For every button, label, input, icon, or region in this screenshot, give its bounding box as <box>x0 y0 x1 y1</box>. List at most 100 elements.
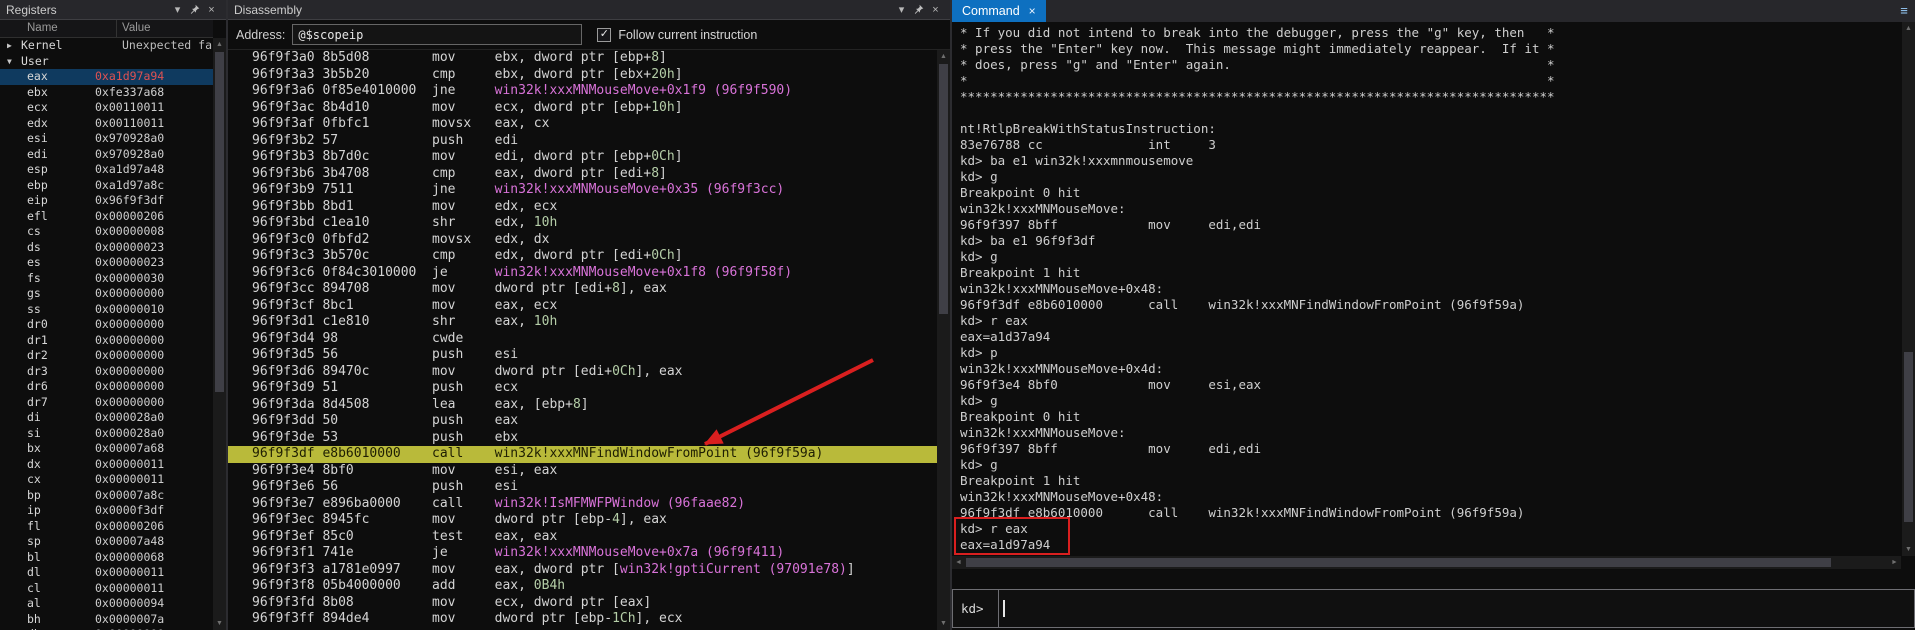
pin-icon[interactable] <box>910 0 927 20</box>
pin-icon[interactable] <box>186 0 203 20</box>
disasm-line[interactable]: 96f9f3fd 8b08 mov ecx, dword ptr [eax] <box>228 595 937 612</box>
disasm-line[interactable]: 96f9f3af 0fbfc1 movsx eax, cx <box>228 116 937 133</box>
disasm-line[interactable]: 96f9f3c3 3b570c cmp edx, dword ptr [edi+… <box>228 248 937 265</box>
disasm-line[interactable]: 96f9f3a0 8b5d08 mov ebx, dword ptr [ebp+… <box>228 50 937 67</box>
register-row[interactable]: ip 0x0000f3df <box>0 503 213 519</box>
tab-command[interactable]: Command × <box>952 0 1046 22</box>
disasm-line[interactable]: 96f9f3d9 51 push ecx <box>228 380 937 397</box>
scroll-right-icon[interactable]: ► <box>1888 556 1901 569</box>
disasm-line[interactable]: 96f9f3b3 8b7d0c mov edi, dword ptr [ebp+… <box>228 149 937 166</box>
register-row[interactable]: eax 0xa1d97a94 <box>0 69 213 85</box>
disasm-line[interactable]: 96f9f3ac 8b4d10 mov ecx, dword ptr [ebp+… <box>228 100 937 117</box>
register-row[interactable]: dr6 0x00000000 <box>0 379 213 395</box>
chevron-down-icon[interactable]: ▾ <box>169 0 186 20</box>
disasm-line[interactable]: 96f9f3b9 7511 jne win32k!xxxMNMouseMove+… <box>228 182 937 199</box>
disasm-line[interactable]: 96f9f3e4 8bf0 mov esi, eax <box>228 463 937 480</box>
scrollbar-thumb[interactable] <box>966 558 1831 567</box>
register-row[interactable]: ebp 0xa1d97a8c <box>0 178 213 194</box>
register-row[interactable]: dx 0x00000011 <box>0 457 213 473</box>
register-row[interactable]: bp 0x00007a8c <box>0 488 213 504</box>
disasm-line[interactable]: 96f9f3ff 894de4 mov dword ptr [ebp-1Ch],… <box>228 611 937 628</box>
scrollbar-thumb[interactable] <box>215 52 224 392</box>
disasm-line[interactable]: 96f9f3e7 e896ba0000 call win32k!IsMFMWFP… <box>228 496 937 513</box>
disasm-line[interactable]: 96f9f3d1 c1e810 shr eax, 10h <box>228 314 937 331</box>
disasm-line[interactable]: 96f9f3cc 894708 mov dword ptr [edi+8], e… <box>228 281 937 298</box>
register-row[interactable]: di 0x000028a0 <box>0 410 213 426</box>
register-row[interactable]: dr1 0x00000000 <box>0 333 213 349</box>
register-group-row[interactable]: ▶Kernel Unexpected fail <box>0 38 213 54</box>
registers-scrollbar[interactable]: ▲ ▼ <box>213 38 226 630</box>
tab-close-icon[interactable]: × <box>1029 4 1036 18</box>
disasm-line[interactable]: 96f9f3b2 57 push edi <box>228 133 937 150</box>
disasm-line[interactable]: 96f9f3de 53 push ebx <box>228 430 937 447</box>
register-row[interactable]: cx 0x00000011 <box>0 472 213 488</box>
register-row[interactable]: efl 0x00000206 <box>0 209 213 225</box>
disasm-line[interactable]: 96f9f3da 8d4508 lea eax, [ebp+8] <box>228 397 937 414</box>
disasm-line[interactable]: 96f9f3c6 0f84c3010000 je win32k!xxxMNMou… <box>228 265 937 282</box>
close-icon[interactable]: × <box>203 0 220 20</box>
disasm-line[interactable]: 96f9f3c0 0fbfd2 movsx edx, dx <box>228 232 937 249</box>
register-row[interactable]: gs 0x00000000 <box>0 286 213 302</box>
follow-current-instruction-checkbox[interactable]: ✓ <box>597 27 612 42</box>
scrollbar-thumb[interactable] <box>1904 352 1913 522</box>
registers-titlebar[interactable]: Registers ▾ × <box>0 0 226 20</box>
register-row[interactable]: cl 0x00000011 <box>0 581 213 597</box>
register-row[interactable]: bx 0x00007a68 <box>0 441 213 457</box>
scroll-up-icon[interactable]: ▲ <box>937 50 950 63</box>
register-row[interactable]: dr3 0x00000000 <box>0 364 213 380</box>
disasm-line[interactable]: 96f9f3ef 85c0 test eax, eax <box>228 529 937 546</box>
register-row[interactable]: ss 0x00000010 <box>0 302 213 318</box>
disasm-line[interactable]: 96f9f3ec 8945fc mov dword ptr [ebp-4], e… <box>228 512 937 529</box>
disasm-line[interactable]: 96f9f3cf 8bc1 mov eax, ecx <box>228 298 937 315</box>
disasm-line[interactable]: 96f9f3f3 a1781e0997 mov eax, dword ptr [… <box>228 562 937 579</box>
tree-expander-icon[interactable]: ▼ <box>0 54 21 70</box>
register-row[interactable]: bh 0x0000007a <box>0 612 213 628</box>
register-row[interactable]: si 0x000028a0 <box>0 426 213 442</box>
scroll-left-icon[interactable]: ◄ <box>952 556 965 569</box>
scroll-down-icon[interactable]: ▼ <box>937 617 950 630</box>
register-row[interactable]: edx 0x00110011 <box>0 116 213 132</box>
register-row[interactable]: sp 0x00007a48 <box>0 534 213 550</box>
disasm-line[interactable]: 96f9f3d6 89470c mov dword ptr [edi+0Ch],… <box>228 364 937 381</box>
register-row[interactable]: dr7 0x00000000 <box>0 395 213 411</box>
register-row[interactable]: es 0x00000023 <box>0 255 213 271</box>
disasm-line[interactable]: 96f9f3df e8b6010000 call win32k!xxxMNFin… <box>228 446 937 463</box>
register-row[interactable]: ebx 0xfe337a68 <box>0 85 213 101</box>
register-row[interactable]: ecx 0x00110011 <box>0 100 213 116</box>
register-row[interactable]: cs 0x00000008 <box>0 224 213 240</box>
disasm-line[interactable]: 96f9f3f8 05b4000000 add eax, 0B4h <box>228 578 937 595</box>
scrollbar-thumb[interactable] <box>939 64 948 314</box>
scroll-up-icon[interactable]: ▲ <box>1902 22 1915 35</box>
disasm-line[interactable]: 96f9f3d5 56 push esi <box>228 347 937 364</box>
disasm-line[interactable]: 96f9f3e6 56 push esi <box>228 479 937 496</box>
register-row[interactable]: dl 0x00000011 <box>0 565 213 581</box>
scroll-down-icon[interactable]: ▼ <box>213 617 226 630</box>
register-row[interactable]: ds 0x00000023 <box>0 240 213 256</box>
disasm-line[interactable]: 96f9f3bd c1ea10 shr edx, 10h <box>228 215 937 232</box>
register-row[interactable]: fs 0x00000030 <box>0 271 213 287</box>
register-row[interactable]: dr2 0x00000000 <box>0 348 213 364</box>
register-row[interactable]: al 0x00000094 <box>0 596 213 612</box>
disasm-line[interactable]: 96f9f3f1 741e je win32k!xxxMNMouseMove+0… <box>228 545 937 562</box>
chevron-down-icon[interactable]: ▾ <box>893 0 910 20</box>
disasm-line[interactable]: 96f9f3b6 3b4708 cmp eax, dword ptr [edi+… <box>228 166 937 183</box>
address-input[interactable] <box>292 24 583 45</box>
command-hscrollbar[interactable]: ◄ ► <box>952 556 1901 569</box>
register-row[interactable]: edi 0x970928a0 <box>0 147 213 163</box>
disassembly-scrollbar[interactable]: ▲ ▼ <box>937 50 950 630</box>
value-column-header[interactable]: Value <box>122 22 151 34</box>
register-row[interactable]: esp 0xa1d97a48 <box>0 162 213 178</box>
disasm-line[interactable]: 96f9f3bb 8bd1 mov edx, ecx <box>228 199 937 216</box>
register-row[interactable]: esi 0x970928a0 <box>0 131 213 147</box>
disasm-line[interactable]: 96f9f3a6 0f85e4010000 jne win32k!xxxMNMo… <box>228 83 937 100</box>
disassembly-titlebar[interactable]: Disassembly ▾ × <box>228 0 950 20</box>
command-input[interactable] <box>998 589 1915 628</box>
register-group-row[interactable]: ▼ User <box>0 54 213 70</box>
disasm-line[interactable]: 96f9f3dd 50 push eax <box>228 413 937 430</box>
name-column-header[interactable]: Name <box>27 22 58 34</box>
scroll-up-icon[interactable]: ▲ <box>213 38 226 51</box>
register-row[interactable]: dr0 0x00000000 <box>0 317 213 333</box>
close-icon[interactable]: × <box>927 0 944 20</box>
disasm-line[interactable]: 96f9f3d4 98 cwde <box>228 331 937 348</box>
register-row[interactable]: eip 0x96f9f3df <box>0 193 213 209</box>
